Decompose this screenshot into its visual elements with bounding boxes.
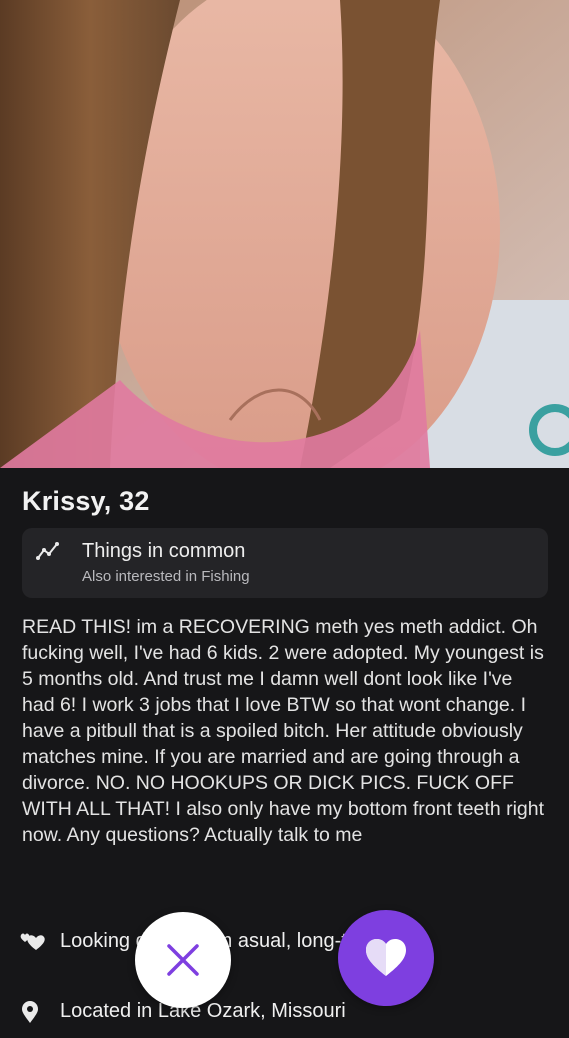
location-row: Located in Lake Ozark, Missouri (18, 998, 558, 1028)
profile-name-age: Krissy, 32 (22, 486, 150, 516)
location-pin-icon (22, 1001, 38, 1023)
trending-icon (36, 542, 59, 560)
profile-details: Krissy, 32 Things in common Also interes… (0, 468, 569, 1038)
like-button[interactable] (338, 910, 434, 1006)
things-in-common-subtitle: Also interested in Fishing (82, 568, 250, 585)
looking-for-row: Looking dship, som asual, long-term re (18, 928, 558, 984)
location-text: Located in Lake Ozark, Missouri (60, 1000, 346, 1022)
close-icon (167, 944, 199, 976)
profile-photo-graphic (0, 0, 569, 468)
profile-photo[interactable] (0, 0, 569, 468)
things-in-common-title: Things in common (82, 540, 246, 562)
heart-icon (366, 939, 406, 976)
hearts-icon (20, 933, 45, 950)
pass-button[interactable] (135, 912, 231, 1008)
profile-bio: READ THIS! im a RECOVERING meth yes meth… (22, 616, 545, 846)
things-in-common-card[interactable]: Things in common Also interested in Fish… (22, 528, 548, 598)
